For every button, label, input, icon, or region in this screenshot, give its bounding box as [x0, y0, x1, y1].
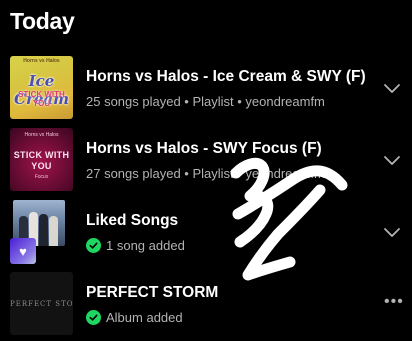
more-options-icon[interactable]: ••• [384, 294, 403, 310]
list-item[interactable]: Horns vs Halos STICK WITH YOU Focus Horn… [0, 124, 412, 194]
item-meta: 25 songs played • Playlist • yeondreamfm [86, 94, 325, 109]
check-circle-icon [86, 310, 101, 325]
heart-icon: ♥ [10, 238, 36, 264]
cover-big-text: STICK WITH YOU [13, 150, 70, 171]
cover-text: PERFECT STORM [10, 300, 73, 308]
playlist-cover: Horns vs Halos Ice Cream STICK WITH YOU [10, 56, 73, 119]
item-title[interactable]: Horns vs Halos - Ice Cream & SWY (F) [86, 68, 366, 86]
chevron-down-icon[interactable] [383, 226, 401, 238]
list-item[interactable]: ♥ Liked Songs 1 song added [0, 196, 412, 266]
item-meta-row: Album added [86, 310, 183, 325]
section-title: Today [10, 8, 75, 34]
cover-top-text: Horns vs Halos [23, 58, 60, 64]
album-cover: PERFECT STORM [10, 272, 73, 335]
cover-top-text: Horns vs Halos [24, 132, 59, 138]
chevron-down-icon[interactable] [383, 82, 401, 94]
list-item[interactable]: Horns vs Halos Ice Cream STICK WITH YOU … [0, 52, 412, 122]
item-title[interactable]: Horns vs Halos - SWY Focus (F) [86, 140, 322, 158]
list-item[interactable]: PERFECT STORM PERFECT STORM Album added … [0, 268, 412, 338]
item-title[interactable]: PERFECT STORM [86, 284, 218, 302]
item-meta-row: 1 song added [86, 238, 185, 253]
item-meta: Album added [106, 310, 183, 325]
cover-sub-text: Focus [34, 174, 49, 180]
liked-songs-cover: ♥ [10, 200, 73, 264]
playlist-cover: Horns vs Halos STICK WITH YOU Focus [10, 128, 73, 191]
item-meta: 1 song added [106, 238, 185, 253]
cover-sub-text: STICK WITH YOU [18, 90, 65, 108]
chevron-down-icon[interactable] [383, 154, 401, 166]
check-circle-icon [86, 238, 101, 253]
item-meta: 27 songs played • Playlist • yeondreamfm [86, 166, 325, 181]
item-title[interactable]: Liked Songs [86, 212, 178, 230]
